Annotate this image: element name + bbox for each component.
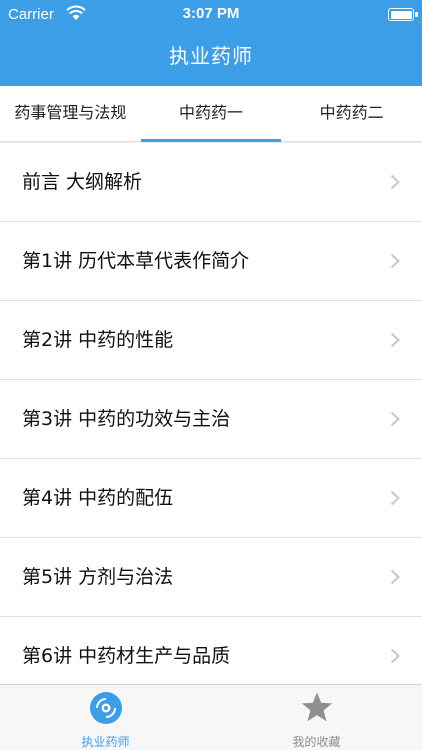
list-item[interactable]: 第5讲 方剂与治法 [0, 538, 422, 617]
chevron-right-icon [390, 569, 400, 585]
chevron-right-icon [390, 411, 400, 427]
page-title: 执业药师 [169, 44, 253, 68]
list-item-label: 第2讲 中药的性能 [22, 329, 174, 351]
tab-label: 中药药一 [179, 103, 244, 122]
top-bar: Carrier 3:07 PM 执业药师 [0, 0, 422, 86]
chapter-list: 前言 大纲解析 第1讲 历代本草代表作简介 第2讲 中药的性能 第3讲 中药的功… [0, 143, 422, 684]
star-icon [301, 692, 332, 722]
tab-label: 药事管理与法规 [14, 103, 127, 122]
tab-bar: 执业药师 我的收藏 [0, 684, 422, 750]
tab-label: 中药药二 [319, 103, 384, 122]
tabbar-label: 执业药师 [81, 735, 130, 749]
tabbar-item-practicing-pharmacist[interactable]: 执业药师 [0, 685, 211, 750]
list-item-label: 第3讲 中药的功效与主治 [22, 408, 231, 430]
chevron-right-icon [390, 490, 400, 506]
tabbar-item-my-favorites[interactable]: 我的收藏 [211, 685, 422, 750]
chevron-right-icon [390, 332, 400, 348]
tab-tcm-pharmacy-1[interactable]: 中药药一 [140, 86, 282, 142]
list-item[interactable]: 第3讲 中药的功效与主治 [0, 380, 422, 459]
list-item-label: 第4讲 中药的配伍 [22, 487, 174, 509]
list-item[interactable]: 第2讲 中药的性能 [0, 301, 422, 380]
list-item[interactable]: 第6讲 中药材生产与品质 [0, 617, 422, 684]
tab-pharmacy-law[interactable]: 药事管理与法规 [0, 86, 141, 141]
tabbar-label: 我的收藏 [292, 735, 341, 749]
chevron-right-icon [390, 648, 400, 664]
tab-tcm-pharmacy-2[interactable]: 中药药二 [281, 86, 422, 141]
chevron-right-icon [390, 174, 400, 190]
app-screen: Carrier 3:07 PM 执业药师 药事管理与法规 中药药一 中药药二 前… [0, 0, 422, 750]
list-item-label: 第6讲 中药材生产与品质 [22, 645, 231, 667]
list-item-label: 前言 大纲解析 [22, 171, 143, 193]
chevron-right-icon [390, 253, 400, 269]
list-item-label: 第1讲 历代本草代表作简介 [22, 250, 250, 272]
battery-icon [388, 8, 418, 21]
category-tabs: 药事管理与法规 中药药一 中药药二 [0, 86, 422, 142]
status-bar: Carrier 3:07 PM [0, 0, 422, 30]
list-item[interactable]: 前言 大纲解析 [0, 143, 422, 222]
disc-icon [89, 692, 122, 724]
status-time: 3:07 PM [182, 5, 240, 22]
list-item[interactable]: 第4讲 中药的配伍 [0, 459, 422, 538]
list-item[interactable]: 第1讲 历代本草代表作简介 [0, 222, 422, 301]
list-item-label: 第5讲 方剂与治法 [22, 566, 174, 588]
